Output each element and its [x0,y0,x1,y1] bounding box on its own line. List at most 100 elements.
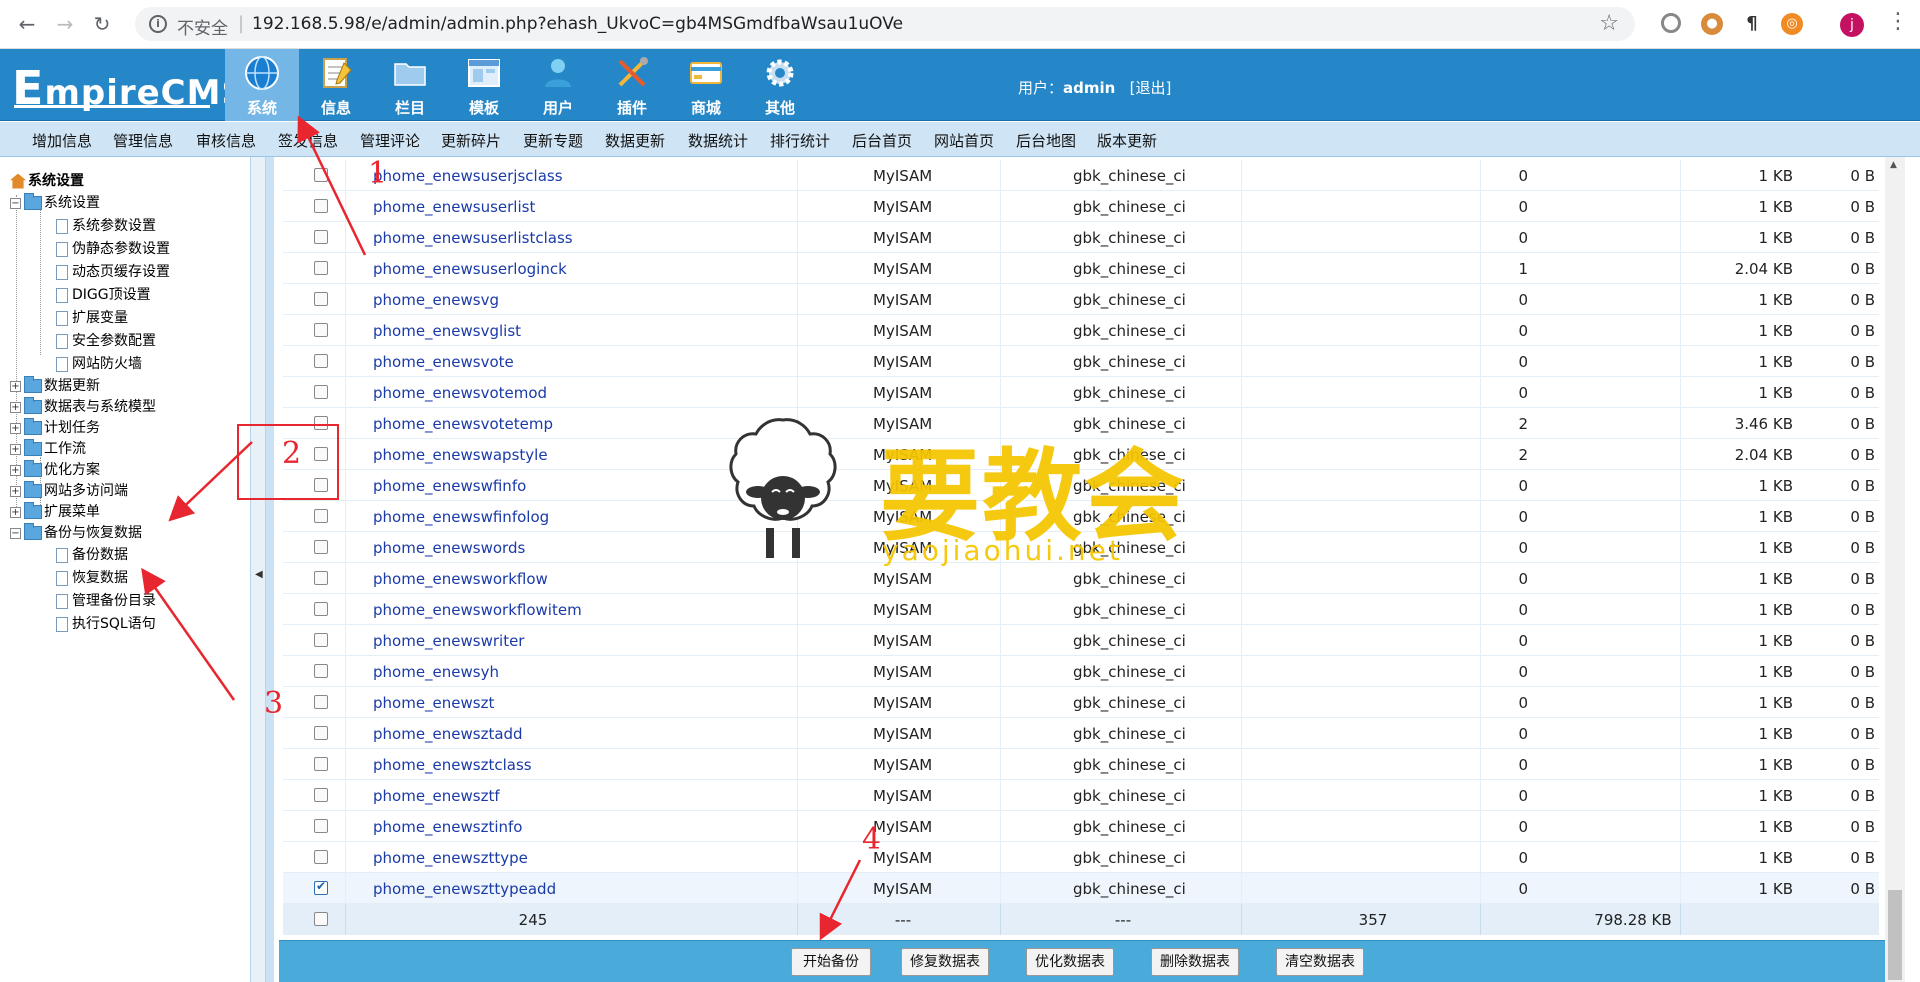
row-checkbox[interactable] [314,509,328,523]
table-name-link[interactable]: phome_enewsztclass [373,756,532,774]
collapse-icon[interactable]: − [10,527,21,539]
table-row[interactable]: phome_enewsvg MyISAM gbk_chinese_ci 0 1 KB 0 … [283,284,1879,315]
expand-icon[interactable]: + [10,464,21,476]
table-row[interactable]: phome_enewszttypeadd MyISAM gbk_chinese_ci… [283,873,1879,904]
top-menu-other[interactable]: 其他 [743,49,817,121]
tree-root[interactable]: 系统设置 [10,170,84,190]
table-name-link[interactable]: phome_enewsuserlistclass [373,229,573,247]
table-row[interactable]: phome_enewsuserjsclass MyISAM gbk_chinese_… [283,160,1879,191]
row-checkbox[interactable] [314,879,328,895]
expand-icon[interactable]: + [10,422,21,434]
row-checkbox[interactable] [314,199,328,213]
tree-folder-ext-menu[interactable]: + 扩展菜单 [10,501,100,521]
table-name-link[interactable]: phome_enewswapstyle [373,446,548,464]
collapse-icon[interactable]: − [10,197,21,209]
row-checkbox[interactable] [314,602,328,616]
table-name-link[interactable]: phome_enewsuserloginck [373,260,567,278]
row-checkbox[interactable] [314,230,328,244]
top-menu-info[interactable]: 信息 [299,49,373,121]
submenu-rank-stats[interactable]: 排行统计 [770,130,830,151]
tree-folder-multi-access[interactable]: + 网站多访问端 [10,480,128,500]
scroll-up-icon[interactable]: ▲ [1890,160,1897,170]
tree-folder-backup[interactable]: − 备份与恢复数据 [10,522,142,542]
table-name-link[interactable]: phome_enewswfinfolog [373,508,549,526]
table-name-link[interactable]: phome_enewsztf [373,787,500,805]
tree-item-digg[interactable]: DIGG顶设置 [56,284,151,304]
table-name-link[interactable]: phome_enewsuserlist [373,198,535,216]
table-row[interactable]: phome_enewsztf MyISAM gbk_chinese_ci 0 1 KB 0… [283,780,1879,811]
table-name-link[interactable]: phome_enewsyh [373,663,499,681]
table-name-link[interactable]: phome_enewszttype [373,849,528,867]
row-checkbox[interactable] [314,323,328,337]
scrollbar-thumb[interactable] [1888,890,1902,980]
table-row[interactable]: phome_enewszt MyISAM gbk_chinese_ci 0 1 KB 0 … [283,687,1879,718]
table-name-link[interactable]: phome_enewszt [373,694,494,712]
tree-item-security-params[interactable]: 安全参数配置 [56,330,156,350]
collapse-left-icon[interactable]: ◀ [255,569,263,580]
pilcrow-icon[interactable]: ¶ [1741,13,1763,35]
reload-icon[interactable]: ↻ [89,11,115,37]
table-row[interactable]: phome_enewsvglist MyISAM gbk_chinese_ci 0 1 … [283,315,1879,346]
submenu-site-home[interactable]: 网站首页 [934,130,994,151]
table-name-link[interactable]: phome_enewsztinfo [373,818,522,836]
select-all-checkbox[interactable] [314,912,328,926]
table-row[interactable]: phome_enewsworkflow MyISAM gbk_chinese_ci 0… [283,563,1879,594]
tree-item-dynamic-cache[interactable]: 动态页缓存设置 [56,261,170,281]
table-row[interactable]: phome_enewsyh MyISAM gbk_chinese_ci 0 1 KB 0 … [283,656,1879,687]
submenu-admin-home[interactable]: 后台首页 [852,130,912,151]
table-row[interactable]: phome_enewsztclass MyISAM gbk_chinese_ci 0 1… [283,749,1879,780]
submenu-manage-comments[interactable]: 管理评论 [360,130,420,151]
tree-item-ext-vars[interactable]: 扩展变量 [56,307,128,327]
repair-tables-button[interactable]: 修复数据表 [901,948,989,976]
row-checkbox[interactable] [314,261,328,275]
tree-folder-system[interactable]: − 系统设置 [10,192,100,212]
row-checkbox[interactable] [314,664,328,678]
lifebuoy-icon[interactable]: ◎ [1781,13,1803,35]
table-row[interactable]: phome_enewszttype MyISAM gbk_chinese_ci 0 1 … [283,842,1879,873]
cookie-icon[interactable]: ● [1701,13,1723,35]
table-row[interactable]: phome_enewsuserloginck MyISAM gbk_chinese_… [283,253,1879,284]
row-checkbox[interactable] [314,757,328,771]
row-checkbox[interactable] [314,540,328,554]
optimize-tables-button[interactable]: 优化数据表 [1026,948,1114,976]
tree-item-pseudo-static[interactable]: 伪静态参数设置 [56,238,170,258]
tree-folder-optimize[interactable]: + 优化方案 [10,459,100,479]
row-checkbox[interactable] [314,726,328,740]
delete-tables-button[interactable]: 删除数据表 [1151,948,1239,976]
submenu-admin-map[interactable]: 后台地图 [1016,130,1076,151]
table-name-link[interactable]: phome_enewsworkflowitem [373,601,582,619]
submenu-review-info[interactable]: 审核信息 [196,130,256,151]
submenu-sign-info[interactable]: 签发信息 [278,130,338,151]
submenu-data-stats[interactable]: 数据统计 [688,130,748,151]
submenu-data-update[interactable]: 数据更新 [605,130,665,151]
table-row[interactable]: phome_enewsztadd MyISAM gbk_chinese_ci 0 1 K… [283,718,1879,749]
table-row[interactable]: phome_enewsworkflowitem MyISAM gbk_chinese… [283,594,1879,625]
submenu-manage-info[interactable]: 管理信息 [113,130,173,151]
address-bar[interactable]: i 不安全 | 192.168.5.98/e/admin/admin.php?e… [135,7,1635,41]
tree-folder-tasks[interactable]: + 计划任务 [10,417,100,437]
tree-item-restore-data[interactable]: 恢复数据 [56,567,128,587]
row-checkbox[interactable] [314,695,328,709]
table-name-link[interactable]: phome_enewsuserjsclass [373,167,563,185]
table-row[interactable]: phome_enewsztinfo MyISAM gbk_chinese_ci 0 1 … [283,811,1879,842]
table-name-link[interactable]: phome_enewsworkflow [373,570,548,588]
empty-tables-button[interactable]: 清空数据表 [1276,948,1364,976]
top-menu-plugin[interactable]: 插件 [595,49,669,121]
table-name-link[interactable]: phome_enewswords [373,539,525,557]
row-checkbox[interactable] [314,850,328,864]
tree-item-exec-sql[interactable]: 执行SQL语句 [56,613,156,633]
expand-icon[interactable]: + [10,443,21,455]
bookmark-star-icon[interactable]: ☆ [1599,11,1619,36]
tree-folder-workflow[interactable]: + 工作流 [10,438,86,458]
row-checkbox[interactable] [314,292,328,306]
row-checkbox[interactable] [314,571,328,585]
tree-item-firewall[interactable]: 网站防火墙 [56,353,142,373]
table-row[interactable]: phome_enewsvotemod MyISAM gbk_chinese_ci 0 1… [283,377,1879,408]
submenu-update-fragments[interactable]: 更新碎片 [441,130,501,151]
table-row[interactable]: phome_enewsuserlist MyISAM gbk_chinese_ci 0… [283,191,1879,222]
url-text[interactable]: 192.168.5.98/e/admin/admin.php?ehash_Ukv… [252,14,903,34]
top-menu-template[interactable]: 模板 [447,49,521,121]
tree-item-system-params[interactable]: 系统参数设置 [56,215,156,235]
table-name-link[interactable]: phome_enewsvg [373,291,499,309]
submenu-update-topics[interactable]: 更新专题 [523,130,583,151]
